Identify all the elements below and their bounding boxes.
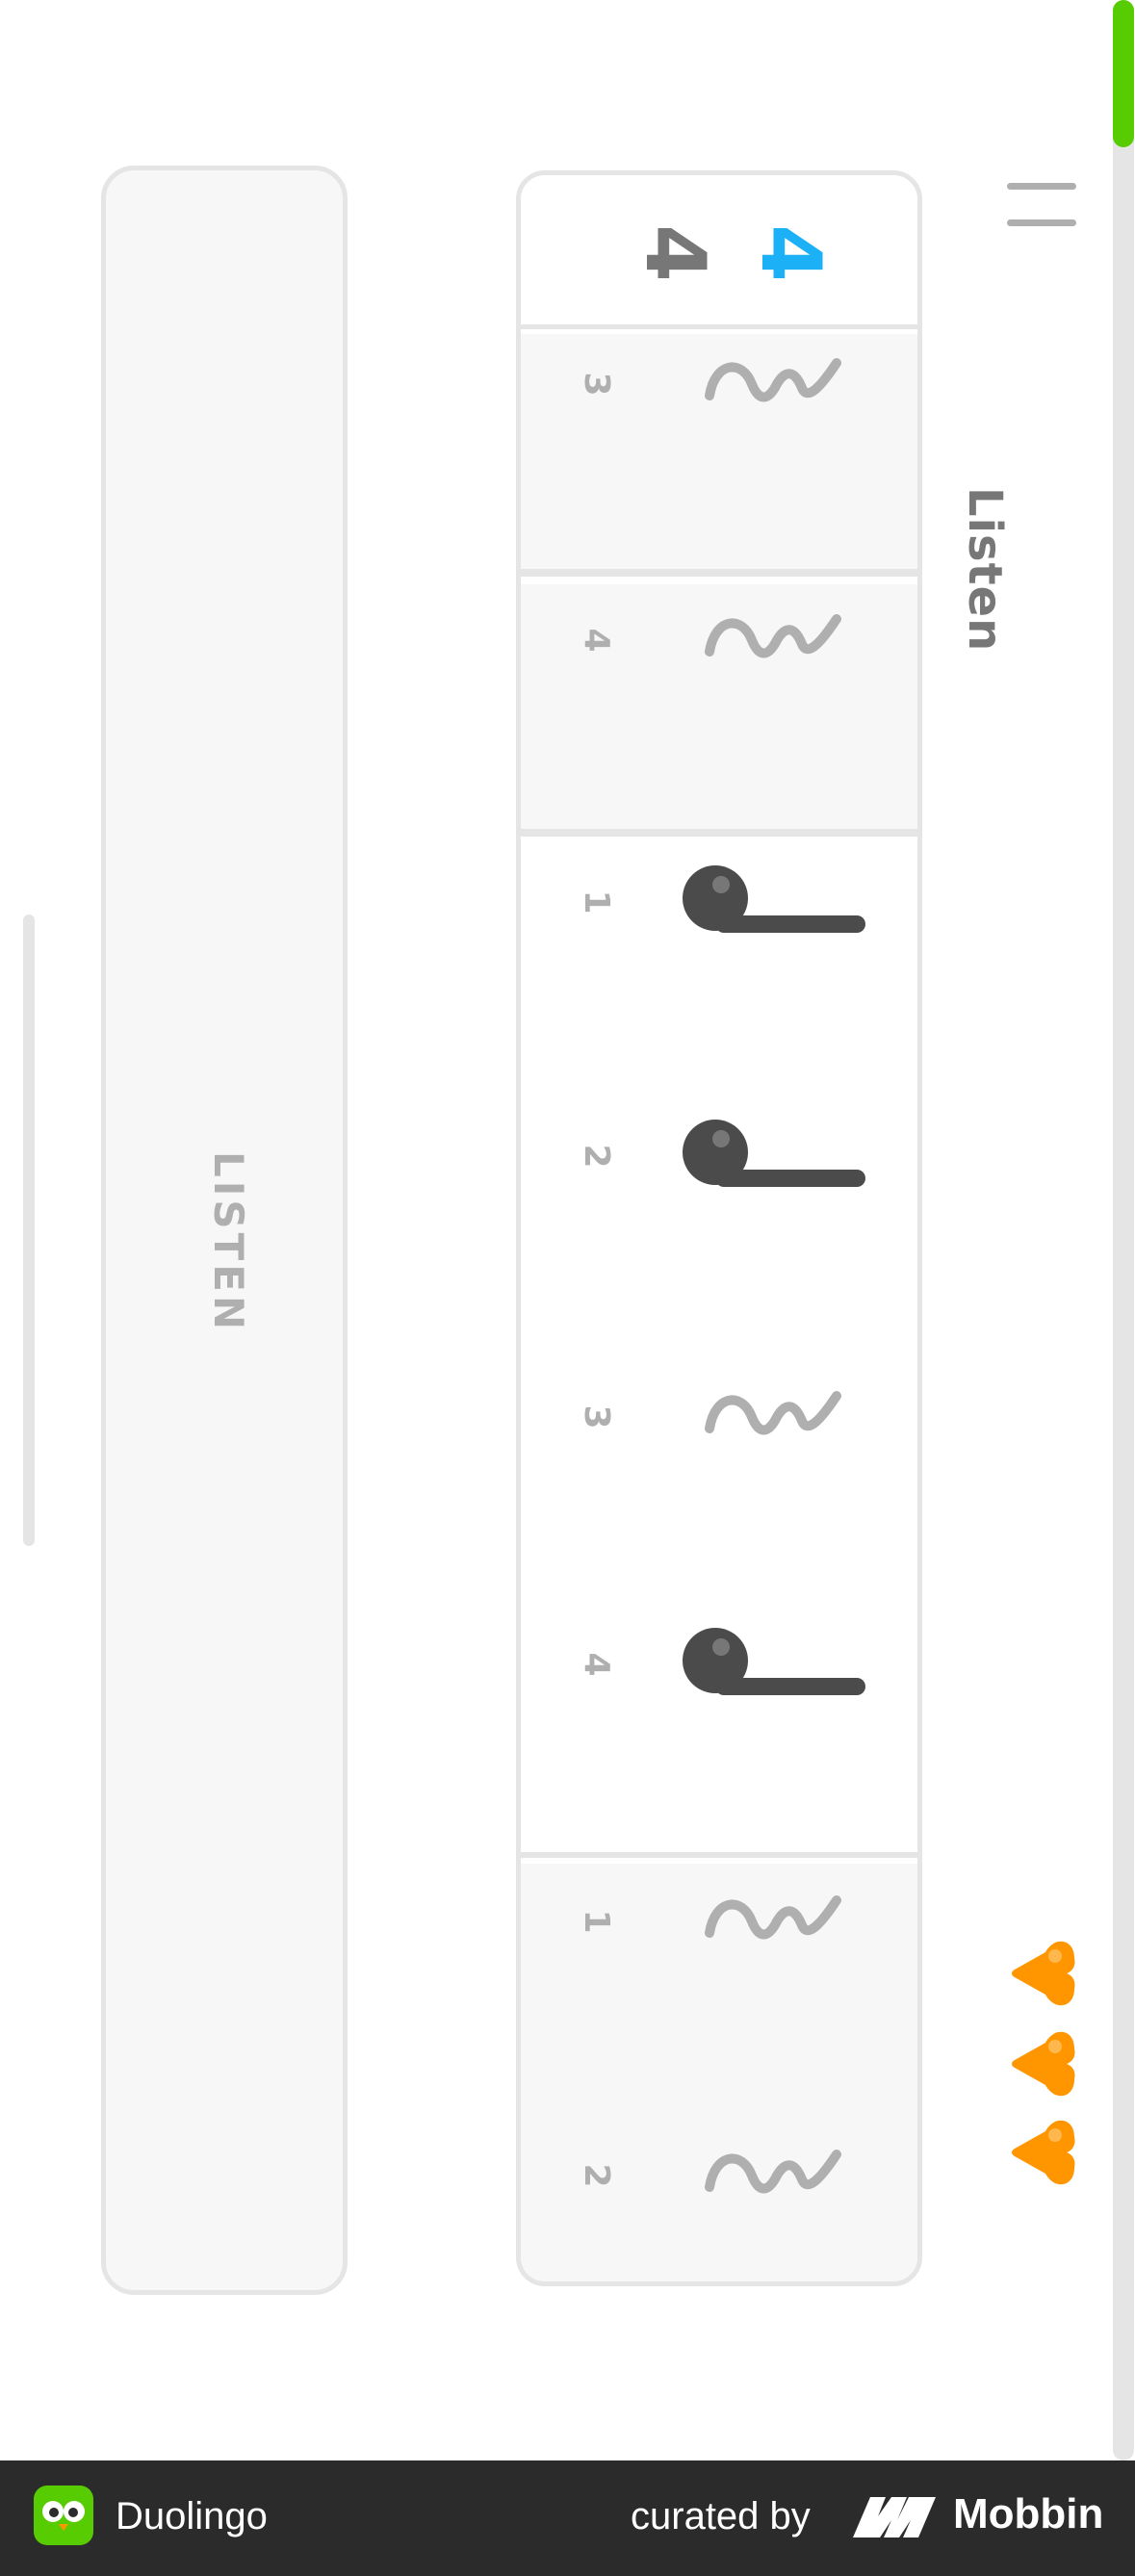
note-icon xyxy=(683,865,865,933)
heart-icon xyxy=(1012,1941,1075,2006)
duolingo-owl-icon xyxy=(34,2486,93,2545)
time-signature: 4 4 xyxy=(521,175,917,329)
progress-bar-fill xyxy=(1113,0,1134,147)
beat-number: 3 xyxy=(577,1404,616,1430)
brand-name: Mobbin xyxy=(953,2490,1104,2537)
mobbin-logo-icon xyxy=(853,2497,936,2537)
rest-icon xyxy=(705,614,841,658)
time-signature-top: 4 xyxy=(742,224,838,282)
beat: 4 xyxy=(521,1624,917,1720)
rest-icon xyxy=(705,1391,841,1435)
rest-icon xyxy=(705,2150,841,2194)
app-name: Duolingo xyxy=(116,2495,268,2537)
beat-number: 4 xyxy=(577,1652,616,1677)
beat: 1 xyxy=(521,1881,917,1977)
beat: 1 xyxy=(521,862,917,958)
page-title: Listen xyxy=(958,487,1012,653)
note-icon xyxy=(683,1120,865,1187)
beat: 2 xyxy=(521,1116,917,1212)
beat-number: 3 xyxy=(577,372,616,397)
beat-number: 2 xyxy=(577,1144,616,1169)
beat: 2 xyxy=(521,2135,917,2231)
close-icon[interactable] xyxy=(1007,177,1076,231)
rest-icon xyxy=(705,1895,841,1940)
time-signature-bottom: 4 xyxy=(627,224,723,282)
beat: 4 xyxy=(521,600,917,696)
measure: 4 xyxy=(521,584,917,837)
footer: Duolingo curated by Mobbin xyxy=(0,2460,1135,2576)
rhythm-staff: 4 4 3 4 1 2 3 4 1 2 xyxy=(516,170,922,2286)
heart-icon xyxy=(1012,2031,1075,2097)
listen-button-label: LISTEN xyxy=(205,1151,252,1334)
beat-number: 1 xyxy=(577,1909,616,1934)
rest-icon xyxy=(705,358,841,402)
curated-by-label: curated by xyxy=(631,2495,811,2537)
measure: 1 2 xyxy=(521,1864,917,2281)
beat-number: 4 xyxy=(577,628,616,653)
beat-number: 1 xyxy=(577,889,616,914)
heart-icon xyxy=(1012,2120,1075,2185)
progress-bar xyxy=(1113,0,1134,2460)
beat: 3 xyxy=(521,344,917,440)
measure-active: 1 2 3 4 xyxy=(521,837,917,1858)
measure: 3 xyxy=(521,334,917,577)
beat-number: 2 xyxy=(577,2163,616,2188)
beat: 3 xyxy=(521,1377,917,1473)
scrollbar[interactable] xyxy=(23,914,35,1546)
note-icon xyxy=(683,1628,865,1695)
